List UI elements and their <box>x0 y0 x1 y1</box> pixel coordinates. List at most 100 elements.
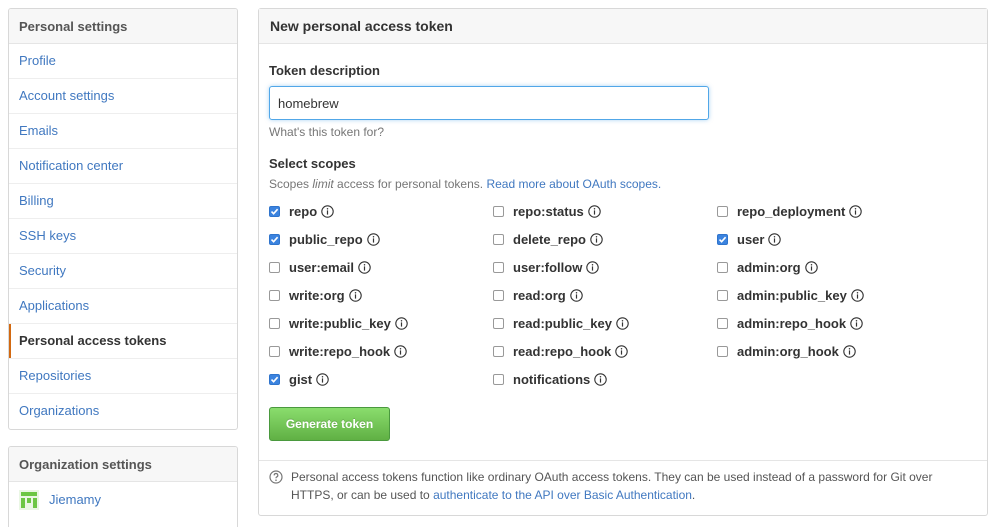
org-avatar-icon <box>19 489 39 510</box>
info-icon[interactable] <box>590 232 603 246</box>
sidebar-item-notification-center[interactable]: Notification center <box>9 149 237 184</box>
scope-option[interactable]: admin:repo_hook <box>717 309 941 337</box>
basic-auth-link[interactable]: authenticate to the API over Basic Authe… <box>433 488 692 502</box>
scope-checkbox[interactable] <box>493 345 504 357</box>
scope-checkbox[interactable] <box>717 289 728 301</box>
scopes-note-emphasis: limit <box>312 177 334 191</box>
info-icon[interactable] <box>588 204 601 218</box>
scope-checkbox[interactable] <box>493 233 504 245</box>
scope-checkbox[interactable] <box>717 345 728 357</box>
sidebar-item-profile[interactable]: Profile <box>9 44 237 79</box>
scope-checkbox[interactable] <box>493 205 504 217</box>
scope-checkbox[interactable] <box>269 345 280 357</box>
org-item-jiemamy[interactable]: Jiemamy <box>9 482 237 517</box>
scopes-note-middle: access for personal tokens. <box>333 177 487 191</box>
org-item-label: Jiemamy <box>49 492 102 507</box>
scope-name: user:email <box>289 259 355 275</box>
scope-option[interactable]: admin:org_hook <box>717 337 941 365</box>
oauth-scopes-link[interactable]: Read more about OAuth scopes. <box>486 177 661 191</box>
sidebar-item-security[interactable]: Security <box>9 254 237 289</box>
info-icon[interactable] <box>849 204 863 218</box>
scope-option[interactable]: read:public_key <box>493 309 717 337</box>
info-icon[interactable] <box>843 344 856 358</box>
panel-title: New personal access token <box>259 9 987 44</box>
info-icon[interactable] <box>348 288 362 302</box>
scope-name: admin:org_hook <box>737 343 839 359</box>
scope-option[interactable]: repo:status <box>493 197 717 225</box>
scope-name: user:follow <box>513 259 583 275</box>
scope-name: admin:org <box>737 259 801 275</box>
scope-name: write:repo_hook <box>289 343 391 359</box>
scope-option[interactable]: repo_deployment <box>717 197 941 225</box>
scope-checkbox-grid: repo repo:status repo_deployment public_rep… <box>269 197 977 393</box>
scope-name: delete_repo <box>513 231 586 247</box>
sidebar-item-account-settings[interactable]: Account settings <box>9 79 237 114</box>
scope-option[interactable]: user:follow <box>493 253 717 281</box>
info-icon[interactable] <box>316 372 329 386</box>
scope-option[interactable]: write:repo_hook <box>269 337 493 365</box>
scope-option[interactable]: admin:public_key <box>717 281 941 309</box>
info-icon[interactable] <box>615 344 628 358</box>
sidebar-item-repositories[interactable]: Repositories <box>9 359 237 394</box>
scope-option[interactable]: admin:org <box>717 253 941 281</box>
scope-checkbox[interactable] <box>493 373 504 385</box>
scope-option[interactable]: delete_repo <box>493 225 717 253</box>
sidebar-item-emails[interactable]: Emails <box>9 114 237 149</box>
scope-checkbox[interactable] <box>269 261 280 273</box>
scope-option[interactable]: public_repo <box>269 225 493 253</box>
token-description-input[interactable] <box>269 86 709 120</box>
scope-checkbox[interactable] <box>493 261 504 273</box>
scope-option[interactable]: gist <box>269 365 493 393</box>
info-icon[interactable] <box>358 260 371 274</box>
scope-checkbox[interactable] <box>269 373 280 385</box>
scope-option[interactable]: notifications <box>493 365 717 393</box>
personal-settings-menu: Personal settings Profile Account settin… <box>8 8 238 430</box>
token-form: Token description What's this token for?… <box>259 44 987 459</box>
sidebar-item-personal-access-tokens[interactable]: Personal access tokens <box>9 324 237 359</box>
info-icon[interactable] <box>804 260 818 274</box>
scope-checkbox[interactable] <box>717 261 728 273</box>
info-icon[interactable] <box>394 344 407 358</box>
scope-checkbox[interactable] <box>493 317 504 329</box>
info-icon[interactable] <box>768 232 782 246</box>
info-icon[interactable] <box>395 316 408 330</box>
sidebar-item-billing[interactable]: Billing <box>9 184 237 219</box>
info-icon[interactable] <box>851 288 864 302</box>
scope-checkbox[interactable] <box>717 205 728 217</box>
footer-text-end: . <box>691 488 696 502</box>
info-icon[interactable] <box>569 288 583 302</box>
panel-footer: Personal access tokens function like ord… <box>259 460 987 504</box>
generate-token-button[interactable]: Generate token <box>269 407 390 441</box>
scope-option[interactable]: user <box>717 225 941 253</box>
info-icon[interactable] <box>616 316 629 330</box>
scope-checkbox[interactable] <box>269 205 280 217</box>
scope-option[interactable]: read:repo_hook <box>493 337 717 365</box>
scope-option[interactable]: repo <box>269 197 493 225</box>
scope-checkbox[interactable] <box>717 317 728 329</box>
scope-option[interactable]: write:public_key <box>269 309 493 337</box>
scope-name: user <box>737 231 765 247</box>
info-icon[interactable] <box>850 316 863 330</box>
scope-name: read:org <box>513 287 566 303</box>
token-description-hint: What's this token for? <box>269 125 385 139</box>
scope-option[interactable]: user:email <box>269 253 493 281</box>
scope-checkbox[interactable] <box>269 233 280 245</box>
info-icon[interactable] <box>586 260 600 274</box>
info-icon[interactable] <box>366 232 380 246</box>
scope-name: public_repo <box>289 231 363 247</box>
scope-option[interactable]: write:org <box>269 281 493 309</box>
sidebar-item-ssh-keys[interactable]: SSH keys <box>9 219 237 254</box>
info-icon[interactable] <box>321 204 334 218</box>
info-icon[interactable] <box>594 372 608 386</box>
scope-name: gist <box>289 371 313 387</box>
scope-checkbox[interactable] <box>717 233 728 245</box>
scopes-note: Scopes limit access for personal tokens.… <box>269 177 977 191</box>
scope-checkbox[interactable] <box>269 317 280 329</box>
sidebar-item-organizations[interactable]: Organizations <box>9 394 237 429</box>
scope-name: write:public_key <box>289 315 391 331</box>
scope-checkbox[interactable] <box>493 289 504 301</box>
scope-checkbox[interactable] <box>269 289 280 301</box>
sidebar-item-applications[interactable]: Applications <box>9 289 237 324</box>
scope-name: repo:status <box>513 203 584 219</box>
scope-option[interactable]: read:org <box>493 281 717 309</box>
